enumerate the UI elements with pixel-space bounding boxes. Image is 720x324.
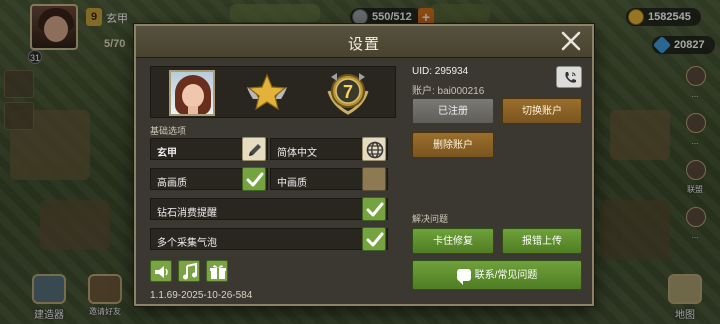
language-value: 简体中文: [277, 148, 317, 159]
profile-portrait[interactable]: [169, 70, 215, 116]
contact-faq-button[interactable]: 联系/常见问题: [412, 260, 582, 290]
mid-quality-label: 中画质: [277, 178, 307, 189]
dialog-title: 设置: [347, 36, 380, 53]
delete-account-button[interactable]: 删除账户: [412, 132, 494, 158]
winged-star-icon: [247, 73, 287, 111]
gift-code-button[interactable]: [206, 260, 228, 282]
sound-toggle-button[interactable]: [150, 260, 172, 282]
settings-dialog: 设置 7 基础选项 玄甲 简体中文 高画质 中画质 钻石消费提醒 多个采集气泡 …: [134, 24, 594, 306]
globe-icon: [366, 141, 384, 159]
multi-bubble-row: 多个采集气泡: [150, 228, 388, 250]
checkmark-icon: [366, 232, 384, 247]
diamond-reminder-checkbox[interactable]: [362, 197, 386, 221]
multi-bubble-label: 多个采集气泡: [157, 238, 217, 249]
change-language-button[interactable]: [362, 137, 386, 161]
switch-account-button[interactable]: 切换账户: [502, 98, 582, 124]
player-name-value: 玄甲: [157, 148, 177, 159]
registered-button[interactable]: 已注册: [412, 98, 494, 124]
close-button[interactable]: [560, 30, 582, 52]
solve-problems-label: 解决问题: [412, 214, 449, 224]
basic-options-label: 基础选项: [150, 126, 187, 136]
stuck-fix-button[interactable]: 卡住修复: [412, 228, 494, 254]
level-number: 7: [343, 82, 353, 102]
checkmark-icon: [246, 172, 264, 187]
phone-support-button[interactable]: [556, 66, 582, 88]
report-bug-button[interactable]: 报错上传: [502, 228, 582, 254]
profile-badges-panel: 7: [150, 66, 396, 118]
high-quality-label: 高画质: [157, 178, 187, 189]
contact-faq-label: 联系/常见问题: [474, 270, 538, 281]
music-note-icon: [183, 263, 197, 280]
account-label: 账户: bai000216: [412, 86, 485, 97]
version-label: 1.1.69-2025-10-26-584: [150, 290, 253, 301]
gift-icon: [210, 265, 226, 279]
diamond-reminder-label: 钻石消费提醒: [157, 208, 217, 219]
uid-label: UID: 295934: [412, 66, 469, 77]
music-toggle-button[interactable]: [178, 260, 200, 282]
close-icon: [561, 31, 581, 51]
checkmark-icon: [366, 202, 384, 217]
chat-bubble-icon: [456, 269, 471, 286]
speaker-icon: [155, 266, 168, 278]
mid-quality-checkbox[interactable]: [362, 167, 386, 191]
multi-bubble-checkbox[interactable]: [362, 227, 386, 251]
dialog-header: 设置: [136, 26, 592, 58]
diamond-reminder-row: 钻石消费提醒: [150, 198, 388, 220]
phone-icon: [565, 72, 576, 83]
rank-star-badge[interactable]: [243, 69, 291, 117]
edit-name-button[interactable]: [242, 137, 266, 161]
high-quality-checkbox[interactable]: [242, 167, 266, 191]
level-badge[interactable]: 7: [323, 69, 373, 117]
pencil-icon: [249, 144, 261, 156]
